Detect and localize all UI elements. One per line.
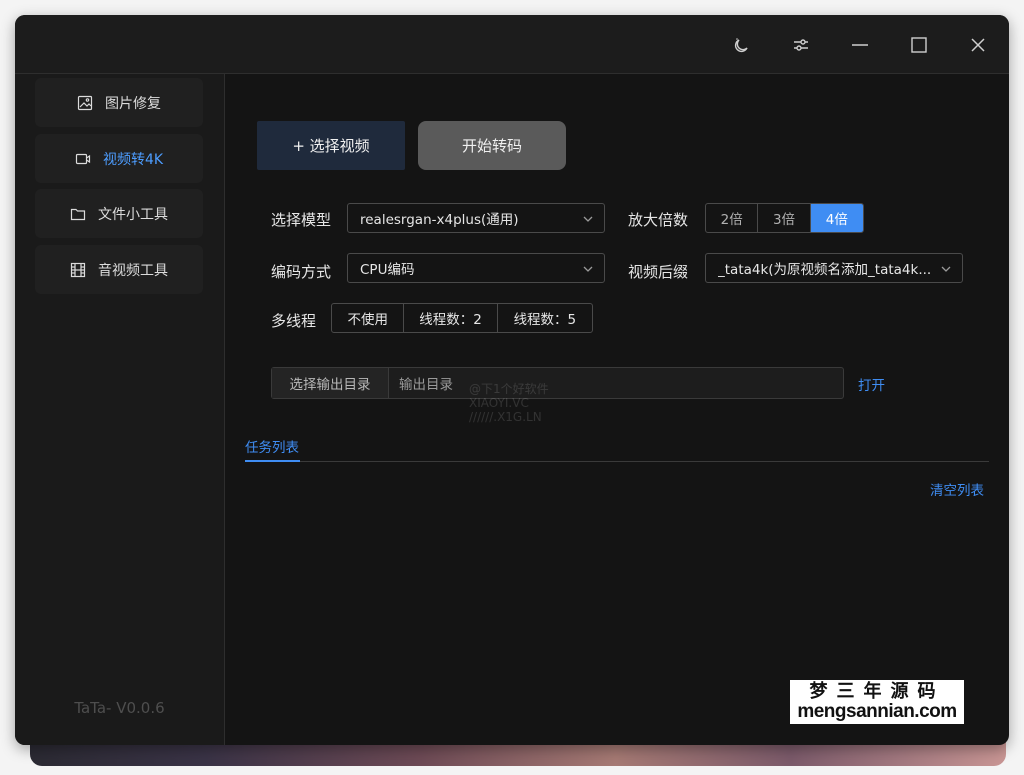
maximize-icon[interactable] (905, 31, 933, 59)
tab-task-list[interactable]: 任务列表 (245, 436, 299, 456)
sidebar-item-image-repair[interactable]: 图片修复 (35, 78, 203, 127)
stamp-en: mengsannian.com (797, 701, 957, 722)
film-icon (70, 262, 86, 277)
clear-list-link[interactable]: 清空列表 (930, 479, 984, 499)
tab-divider (245, 461, 989, 462)
stamp-cn: 梦三年源码 (809, 681, 945, 702)
model-select-value: realesrgan-x4plus(通用) (360, 212, 519, 228)
output-dir-group: 选择输出目录 输出目录 (271, 367, 844, 399)
thread-option-5[interactable]: 线程数：5 (498, 304, 592, 332)
encode-select[interactable]: CPU编码 (347, 253, 605, 283)
thread-segmented: 不使用 线程数：2 线程数：5 (331, 303, 593, 333)
output-dir-input[interactable]: 输出目录 (389, 368, 843, 398)
chevron-down-icon (941, 266, 951, 272)
sidebar-item-video-4k[interactable]: 视频转4K (35, 134, 203, 183)
suffix-select[interactable]: _tata4k(为原视频名添加_tata4k... (705, 253, 963, 283)
scale-option-3x[interactable]: 3倍 (758, 204, 811, 232)
model-select[interactable]: realesrgan-x4plus(通用) (347, 203, 605, 233)
scale-option-4x[interactable]: 4倍 (810, 204, 863, 232)
scale-option-2x[interactable]: 2倍 (706, 204, 759, 232)
watermark: @下1个好软件 XIAOYI.VC //////.X1G.LN (469, 382, 549, 424)
sidebar-item-label: 音视频工具 (98, 262, 168, 279)
encode-select-value: CPU编码 (360, 262, 415, 278)
thread-label: 多线程 (271, 312, 317, 330)
app-window: 图片修复 视频转4K 文件小工具 音视频工具 TaTa- V0.0.6 + 选择… (15, 15, 1009, 745)
settings-sliders-icon[interactable] (787, 31, 815, 59)
start-convert-button[interactable]: 开始转码 (418, 121, 566, 170)
video-camera-icon (75, 153, 91, 164)
main-panel: + 选择视频 开始转码 选择模型 realesrgan-x4plus(通用) 放… (225, 74, 1009, 745)
watermark-stamp: 梦三年源码 mengsannian.com (790, 680, 964, 724)
tab-active-indicator (245, 460, 300, 462)
chevron-down-icon (583, 266, 593, 272)
thread-option-none[interactable]: 不使用 (332, 304, 405, 332)
app-version: TaTa- V0.0.6 (74, 699, 165, 717)
suffix-select-value: _tata4k(为原视频名添加_tata4k... (718, 262, 932, 278)
sidebar-item-file-tools[interactable]: 文件小工具 (35, 189, 203, 238)
scale-segmented: 2倍 3倍 4倍 (705, 203, 864, 233)
scale-label: 放大倍数 (628, 211, 689, 229)
minimize-icon[interactable] (846, 31, 874, 59)
folder-icon (70, 208, 86, 220)
choose-output-dir-button[interactable]: 选择输出目录 (272, 368, 389, 398)
sidebar-item-label: 图片修复 (105, 95, 161, 112)
sidebar-item-label: 视频转4K (102, 151, 164, 168)
sidebar-item-av-tools[interactable]: 音视频工具 (35, 245, 203, 294)
suffix-label: 视频后缀 (628, 263, 689, 281)
open-dir-link[interactable]: 打开 (858, 374, 885, 394)
image-icon (77, 95, 93, 110)
close-icon[interactable] (964, 31, 992, 59)
sidebar: 图片修复 视频转4K 文件小工具 音视频工具 TaTa- V0.0.6 (15, 74, 225, 745)
thread-option-2[interactable]: 线程数：2 (404, 304, 498, 332)
theme-moon-icon[interactable] (728, 31, 756, 59)
encode-label: 编码方式 (271, 263, 332, 281)
model-label: 选择模型 (271, 211, 332, 229)
select-video-button[interactable]: + 选择视频 (257, 121, 405, 170)
titlebar (15, 15, 1009, 74)
sidebar-item-label: 文件小工具 (98, 206, 168, 223)
chevron-down-icon (583, 216, 593, 222)
